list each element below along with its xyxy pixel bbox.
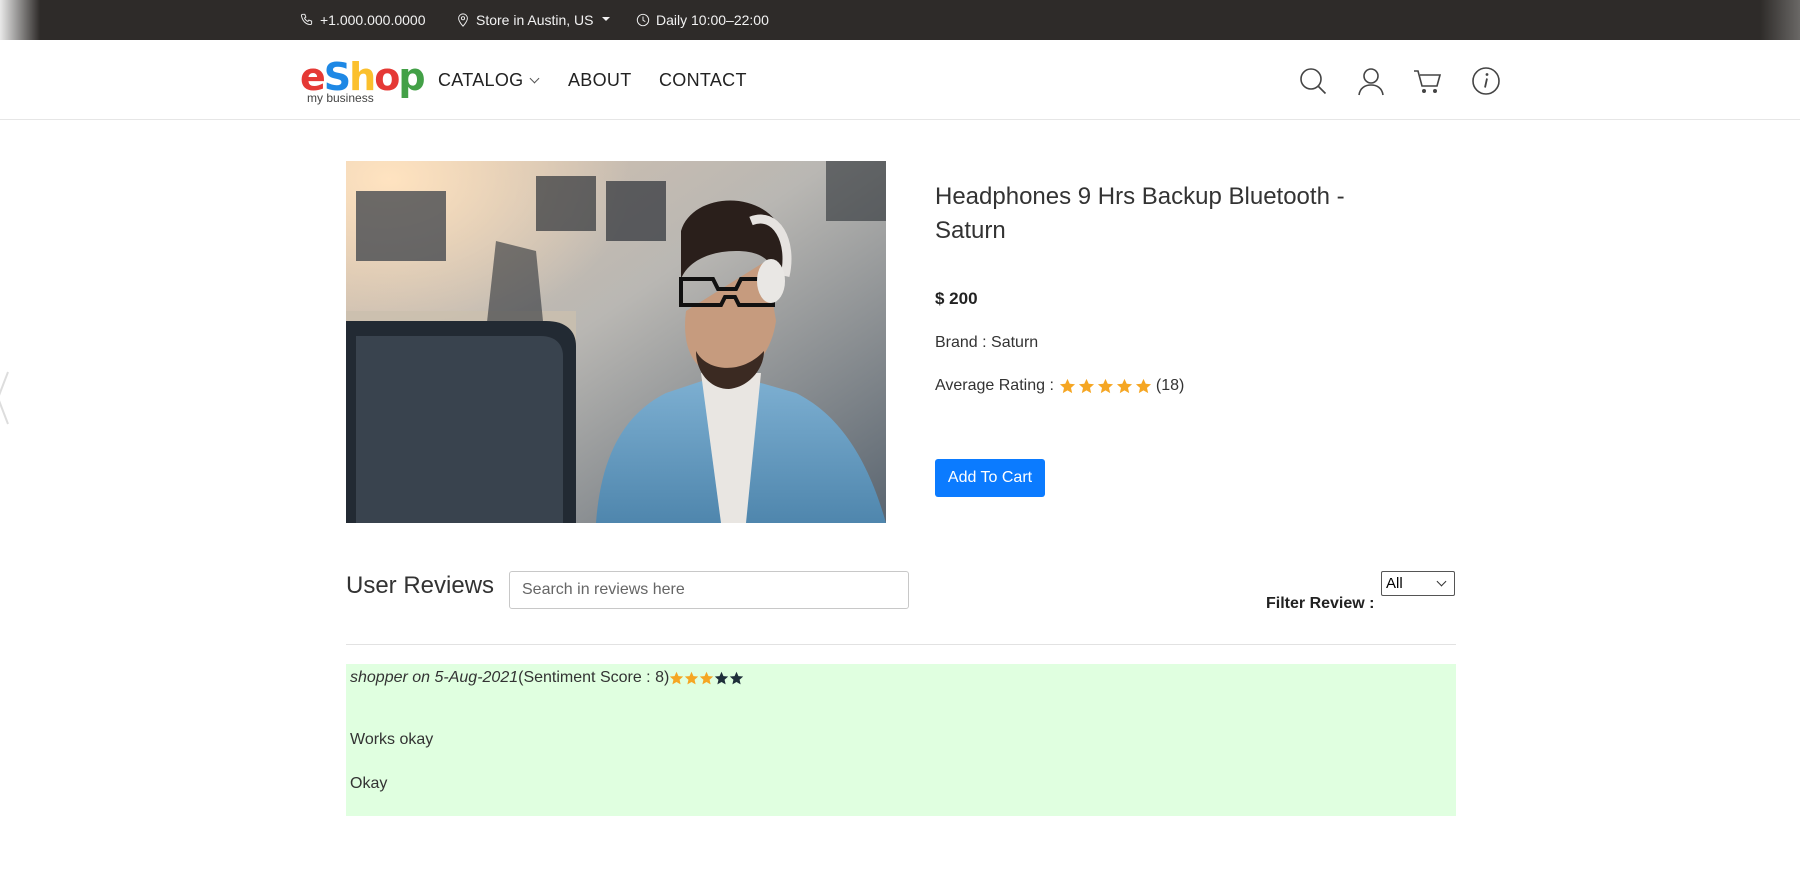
review-item: shopper on 5-Aug-2021 (Sentiment Score :…	[346, 664, 1456, 816]
product-image	[346, 161, 886, 523]
nav-about[interactable]: ABOUT	[568, 70, 632, 91]
chevron-down-icon	[1436, 576, 1447, 587]
nav-catalog-label: CATALOG	[438, 70, 524, 90]
star-icon	[730, 671, 744, 684]
logo-letter: p	[398, 55, 425, 99]
logo-letter: o	[374, 55, 400, 99]
nav-contact[interactable]: CONTACT	[659, 70, 747, 91]
review-body: Okay	[350, 775, 388, 792]
star-icon	[1078, 378, 1094, 393]
store-hours: Daily 10:00–22:00	[656, 12, 769, 28]
nav-catalog[interactable]: CATALOG	[438, 70, 540, 91]
logo-tagline: my business	[307, 91, 374, 105]
location-pin-icon	[458, 13, 468, 27]
product-brand: Brand : Saturn	[935, 334, 1039, 351]
phone-info[interactable]: +1.000.000.0000	[300, 12, 426, 28]
star-icon	[1097, 378, 1113, 393]
star-icon	[1116, 378, 1132, 393]
search-icon[interactable]	[1298, 66, 1328, 96]
filter-review-select[interactable]: All	[1381, 571, 1455, 596]
carousel-prev-arrow-icon[interactable]	[0, 370, 10, 426]
star-icon	[670, 671, 684, 684]
star-icon	[715, 671, 729, 684]
star-icon	[1059, 378, 1075, 393]
review-meta: shopper on 5-Aug-2021 (Sentiment Score :…	[350, 669, 744, 687]
filter-selected-value: All	[1386, 575, 1403, 592]
reviews-divider	[346, 644, 1456, 645]
average-rating: Average Rating : (18)	[935, 377, 1184, 395]
star-icon	[700, 671, 714, 684]
phone-icon	[300, 13, 313, 26]
review-author-date: shopper on 5-Aug-2021	[350, 669, 519, 686]
cart-icon[interactable]	[1413, 66, 1443, 96]
star-icon	[685, 671, 699, 684]
rating-count: (18)	[1155, 377, 1185, 394]
chevron-down-icon	[530, 73, 540, 84]
rating-stars	[1059, 378, 1154, 395]
info-icon[interactable]	[1471, 66, 1501, 96]
eshop-logo[interactable]: eShop my business	[300, 58, 426, 110]
product-photo	[346, 161, 886, 523]
rating-label: Average Rating :	[935, 377, 1054, 394]
phone-number: +1.000.000.0000	[320, 12, 426, 28]
star-icon	[1135, 378, 1151, 393]
logo-wordmark: eShop	[300, 58, 426, 96]
review-search-input[interactable]	[509, 571, 909, 609]
top-info-bar: +1.000.000.0000 Store in Austin, US Dail…	[0, 0, 1800, 40]
caret-down-icon	[601, 17, 610, 21]
product-price: $ 200	[935, 289, 978, 308]
add-to-cart-button[interactable]: Add To Cart	[935, 459, 1045, 497]
store-selector[interactable]: Store in Austin, US	[456, 12, 610, 28]
review-sentiment: (Sentiment Score : 8)	[518, 669, 670, 686]
main-navbar: eShop my business CATALOG ABOUT CONTACT	[0, 40, 1800, 120]
store-location: Store in Austin, US	[476, 12, 594, 28]
user-reviews-heading: User Reviews	[346, 572, 495, 599]
product-title: Headphones 9 Hrs Backup Bluetooth - Satu…	[935, 183, 1345, 244]
review-title: Works okay	[350, 731, 434, 748]
clock-icon	[636, 13, 650, 27]
user-icon[interactable]	[1356, 66, 1386, 96]
filter-review-label: Filter Review :	[1266, 595, 1375, 612]
review-stars	[669, 671, 744, 686]
hours-info: Daily 10:00–22:00	[636, 12, 769, 28]
